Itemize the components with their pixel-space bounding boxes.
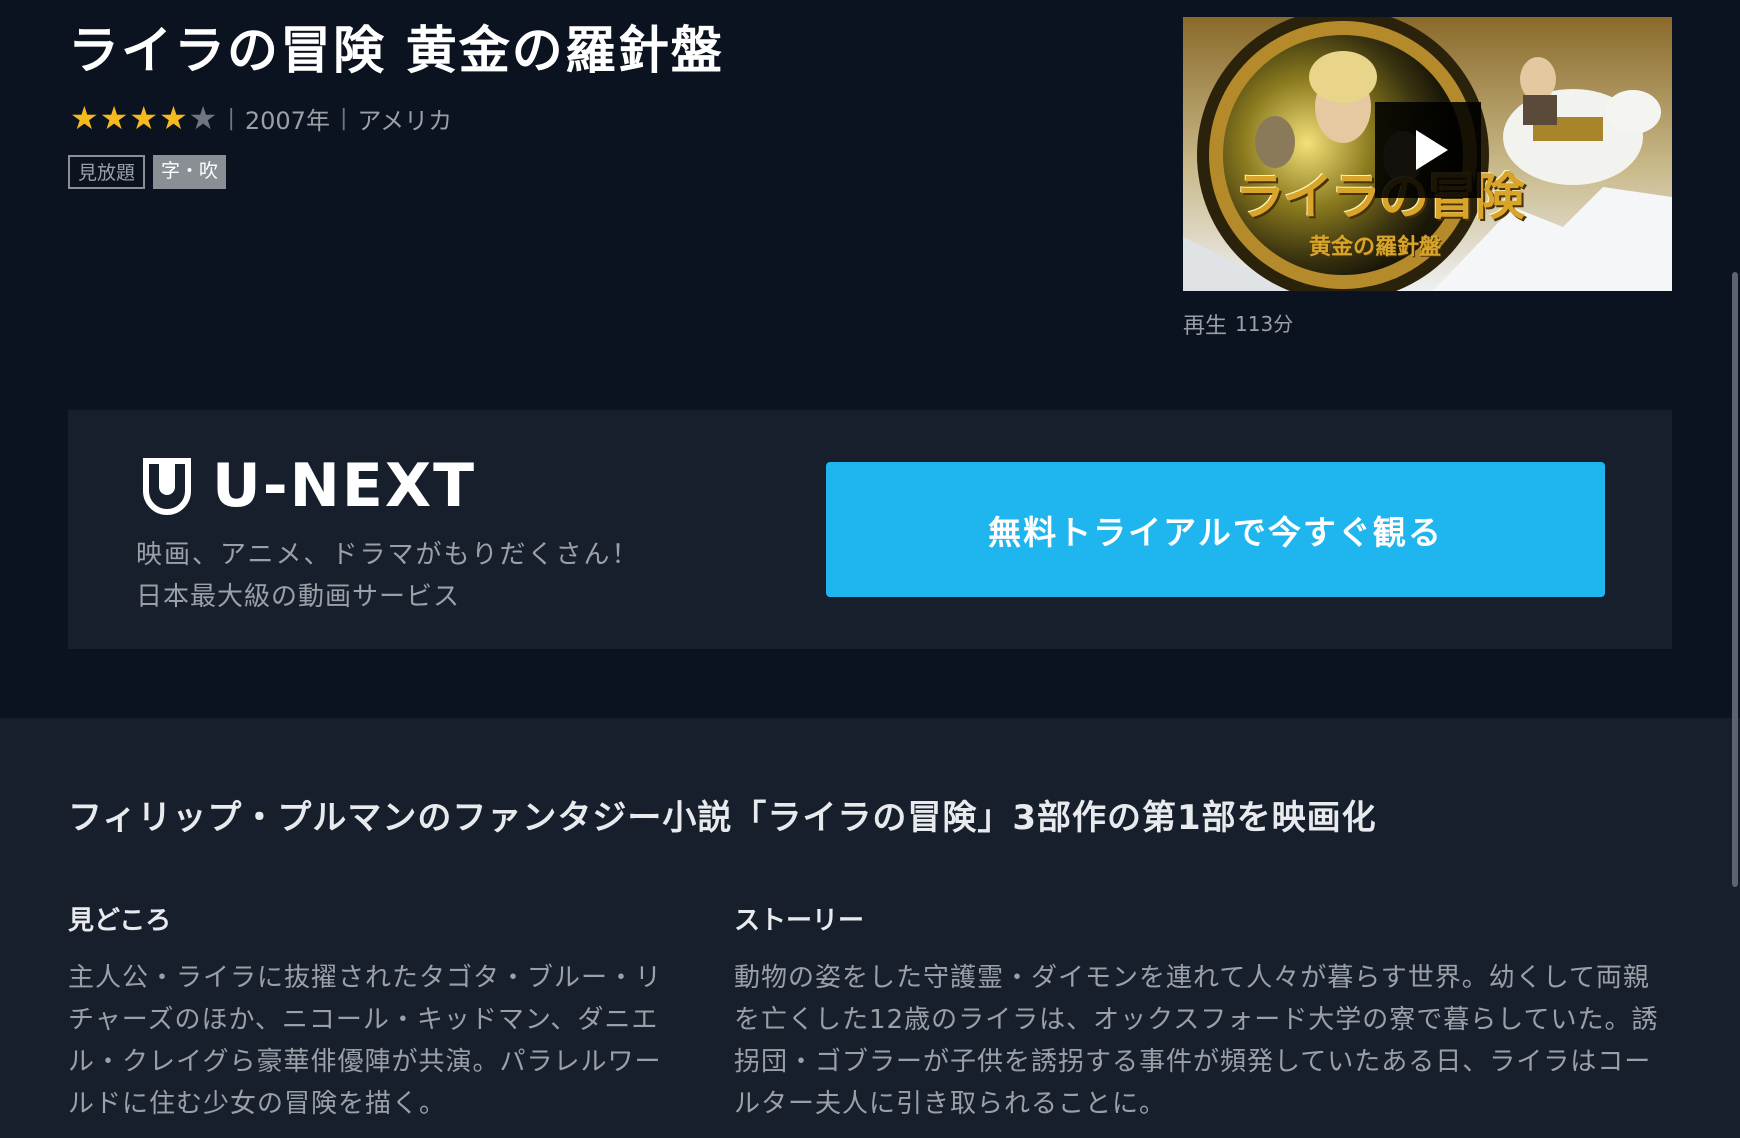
unlimited-badge: 見放題	[68, 155, 146, 189]
highlights-text: 主人公・ライラに抜擢されたタゴタ・ブルー・リチャーズのほか、ニコール・キッドマン…	[68, 963, 663, 1119]
star-icon: ★	[159, 99, 188, 137]
page-title: ライラの冒険 黄金の羅針盤	[68, 22, 724, 81]
free-trial-button[interactable]: 無料トライアルで今すぐ観る	[826, 462, 1605, 597]
meta-row: ★ ★ ★ ★ ★ | 2007年 | アメリカ	[70, 100, 452, 136]
star-rating: ★ ★ ★ ★ ★	[70, 100, 217, 136]
play-label: 再生	[1183, 314, 1228, 339]
meta-divider: |	[339, 105, 348, 131]
play-icon	[1416, 130, 1448, 170]
star-icon: ★	[129, 99, 159, 137]
story-heading: ストーリー	[734, 906, 865, 936]
promo-panel: U-NEXT 映画、アニメ、ドラマがもりだくさん！ 日本最大級の動画サービス 無…	[68, 410, 1672, 649]
title-detail-page: ライラの冒険 黄金の羅針盤 ★ ★ ★ ★ ★ | 2007年 | アメリカ 見放題 字…	[0, 0, 1740, 1138]
star-icon: ★	[70, 99, 99, 137]
shield-icon	[143, 458, 191, 515]
highlights-heading: 見どころ	[68, 906, 172, 936]
logo-text: U-NEXT	[212, 451, 477, 521]
audio-badge: 字・吹	[153, 155, 227, 189]
play-button[interactable]	[1375, 102, 1481, 198]
scrollbar-thumb[interactable]	[1732, 272, 1738, 887]
star-icon: ★	[188, 99, 218, 137]
story-column: ストーリー 動物の姿をした守護霊・ダイモンを連れて人々が暮らす世界。幼くして両親…	[734, 900, 1674, 1125]
playback-info: 再生 113分	[1183, 308, 1293, 340]
star-icon: ★	[99, 99, 129, 137]
country: アメリカ	[357, 106, 453, 135]
promo-subtagline: 日本最大級の動画サービス	[136, 582, 461, 612]
scrollbar[interactable]	[1730, 0, 1740, 1138]
brand-logo: U-NEXT	[142, 456, 476, 516]
badge-row: 見放題 字・吹	[68, 155, 227, 189]
promo-tagline: 映画、アニメ、ドラマがもりだくさん！	[136, 540, 640, 570]
release-year: 2007年	[244, 106, 330, 135]
catchphrase: フィリップ・プルマンのファンタジー小説「ライラの冒険」3部作の第1部を映画化	[68, 798, 1377, 838]
description-section: フィリップ・プルマンのファンタジー小説「ライラの冒険」3部作の第1部を映画化 見…	[0, 718, 1740, 1138]
duration: 113分	[1235, 312, 1294, 336]
story-text: 動物の姿をした守護霊・ダイモンを連れて人々が暮らす世界。幼くして両親を亡くした1…	[734, 963, 1659, 1119]
highlights-column: 見どころ 主人公・ライラに抜擢されたタゴタ・ブルー・リチャーズのほか、ニコール・…	[68, 900, 688, 1125]
poster-subtitle: 黄金の羅針盤	[1309, 234, 1442, 260]
hero-section: ライラの冒険 黄金の羅針盤 ★ ★ ★ ★ ★ | 2007年 | アメリカ 見放題 字…	[0, 0, 1740, 718]
video-thumbnail[interactable]: ライラの冒険 黄金の羅針盤	[1183, 17, 1672, 291]
meta-divider: |	[227, 105, 235, 131]
